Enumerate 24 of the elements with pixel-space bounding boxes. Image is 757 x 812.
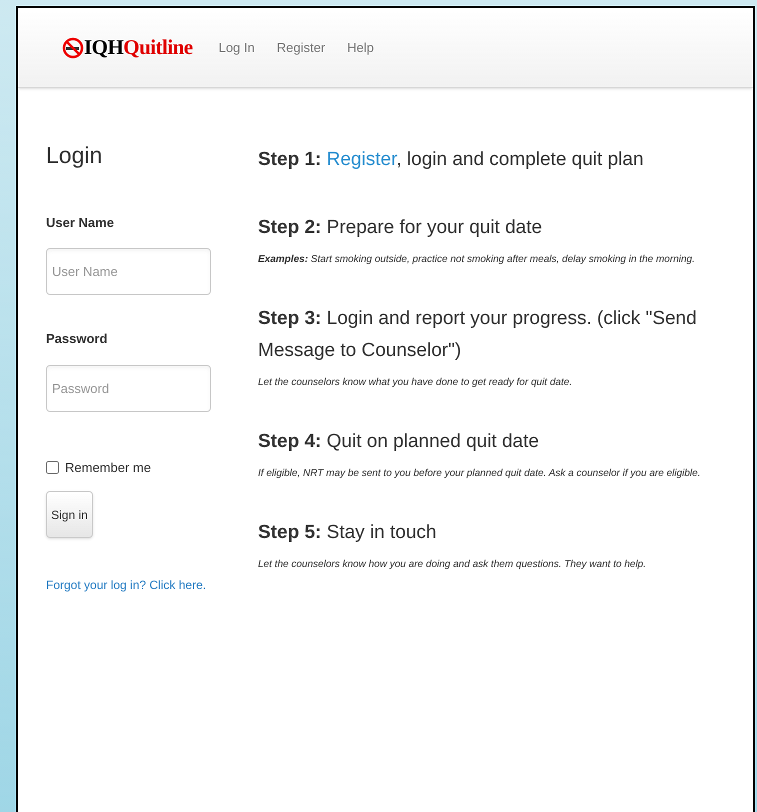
- step-heading: Step 2: Prepare for your quit date: [258, 216, 544, 240]
- nav-link[interactable]: Help: [347, 38, 374, 58]
- register-link[interactable]: Register: [326, 149, 396, 170]
- step-note: Let the counselors know what you have done to get ready for quit date.: [258, 376, 574, 390]
- site-logo[interactable]: IQHQuitline: [62, 32, 193, 64]
- step-heading: Step 3: Login and report your progress. (click "Send Message to Counselor"): [258, 307, 698, 363]
- step-heading: Step 4: Quit on planned quit date: [258, 430, 540, 454]
- sign-in-button[interactable]: Sign in: [46, 491, 93, 538]
- forgot-login-link[interactable]: Forgot your log in? Click here.: [46, 576, 258, 594]
- login-title: Login: [46, 141, 104, 170]
- step-note: Let the counselors know how you are doing and ask them questions. They want to help.: [258, 558, 648, 572]
- field-label: User Name: [46, 214, 115, 232]
- step-note: If eligible, NRT may be sent to you before your planned quit date. Ask a counselor if you are eligible.: [258, 467, 702, 481]
- no-smoking-icon: [62, 36, 84, 58]
- step-heading: Step 5: Stay in touch: [258, 521, 438, 545]
- checkbox-label: Remember me: [65, 458, 151, 476]
- step-note: Examples: Start smoking outside, practice not smoking after meals, delay smoking in the morning.: [258, 253, 696, 267]
- input-field[interactable]: Password: [46, 364, 211, 412]
- input-field[interactable]: User Name: [46, 248, 211, 295]
- nav-link[interactable]: Register: [276, 38, 326, 58]
- step-heading: Step 1: Register, login and complete quit plan: [258, 148, 645, 172]
- nav-link[interactable]: Log In: [218, 38, 255, 58]
- remember-checkbox[interactable]: [46, 460, 59, 474]
- field-label: Password: [46, 330, 108, 348]
